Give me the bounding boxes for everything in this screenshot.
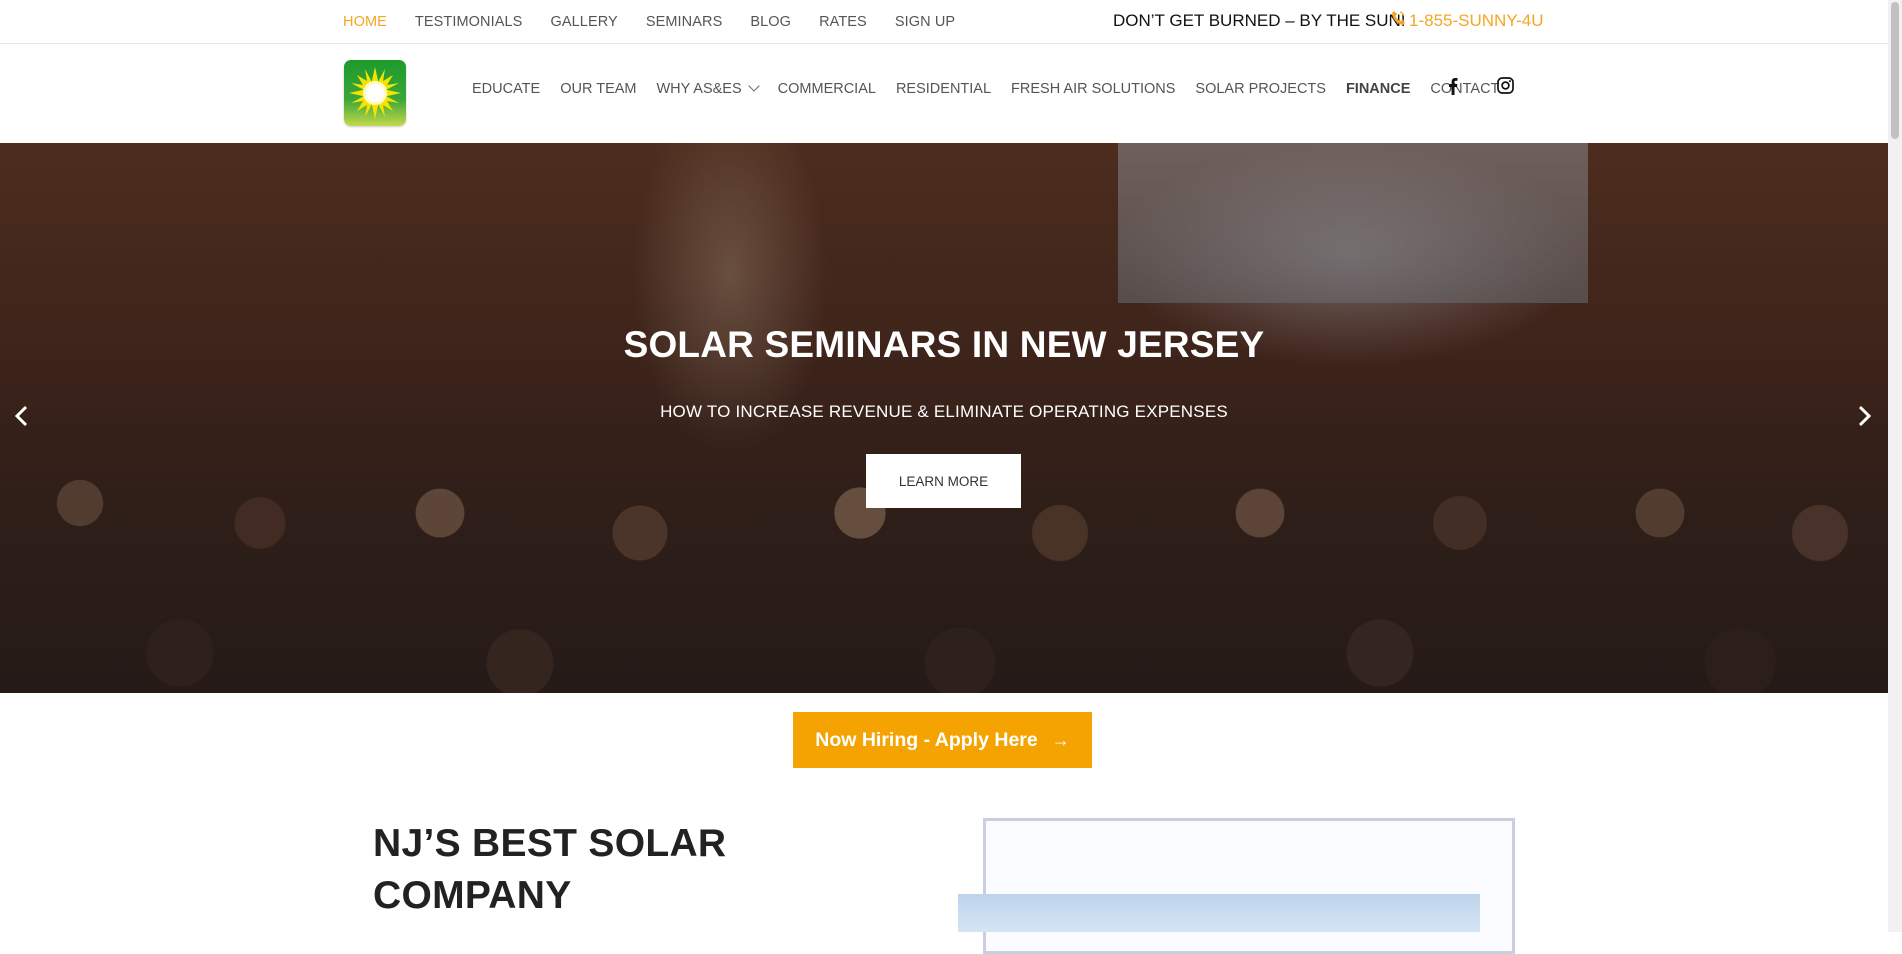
top-nav-home[interactable]: HOME xyxy=(343,14,387,30)
top-nav-gallery[interactable]: GALLERY xyxy=(550,14,617,30)
main-nav: EDUCATE OUR TEAM WHY AS&ES COMMERCIAL RE… xyxy=(472,44,1519,134)
top-nav-seminars[interactable]: SEMINARS xyxy=(646,14,723,30)
top-nav-testimonials[interactable]: TESTIMONIALS xyxy=(415,14,523,30)
nav-why-ases-label: WHY AS&ES xyxy=(656,81,742,97)
nav-finance[interactable]: FINANCE xyxy=(1346,81,1410,97)
phone-number: 1-855-SUNNY-4U xyxy=(1409,10,1544,30)
section-title: NJ’S BEST SOLAR COMPANY xyxy=(373,818,793,922)
main-header: EDUCATE OUR TEAM WHY AS&ES COMMERCIAL RE… xyxy=(0,44,1888,143)
top-bar: HOME TESTIMONIALS GALLERY SEMINARS BLOG … xyxy=(0,0,1888,44)
top-nav-rates[interactable]: RATES xyxy=(819,14,867,30)
facebook-icon[interactable] xyxy=(1448,77,1458,95)
solar-photo xyxy=(958,894,1480,932)
instagram-icon[interactable] xyxy=(1497,77,1514,94)
nav-contact[interactable]: CONTACT xyxy=(1430,81,1499,97)
chevron-down-icon xyxy=(747,80,760,92)
top-nav-sign-up[interactable]: SIGN UP xyxy=(895,14,955,30)
nav-educate[interactable]: EDUCATE xyxy=(472,81,540,97)
nav-commercial[interactable]: COMMERCIAL xyxy=(778,81,876,97)
nav-solar-projects[interactable]: SOLAR PROJECTS xyxy=(1195,81,1326,97)
nav-our-team[interactable]: OUR TEAM xyxy=(560,81,636,97)
chevron-left-icon[interactable] xyxy=(12,405,32,427)
now-hiring-button[interactable]: Now Hiring - Apply Here → xyxy=(793,712,1092,768)
now-hiring-label: Now Hiring - Apply Here xyxy=(815,728,1038,751)
phone-icon xyxy=(1391,10,1405,31)
top-nav: HOME TESTIMONIALS GALLERY SEMINARS BLOG … xyxy=(343,0,983,43)
hero-subtitle: HOW TO INCREASE REVENUE & ELIMINATE OPER… xyxy=(660,402,1228,421)
section-title-line2: COMPANY xyxy=(373,874,572,917)
nav-why-ases[interactable]: WHY AS&ES xyxy=(656,80,760,97)
arrow-right-icon: → xyxy=(1051,729,1070,750)
section-title-line1: NJ’S BEST SOLAR xyxy=(373,822,727,865)
image-frame xyxy=(983,818,1515,954)
nav-residential[interactable]: RESIDENTIAL xyxy=(896,81,991,97)
nav-fresh-air-solutions[interactable]: FRESH AIR SOLUTIONS xyxy=(1011,81,1175,97)
hero-slider: SOLAR SEMINARS IN NEW JERSEY HOW TO INCR… xyxy=(0,143,1888,693)
tagline: DON’T GET BURNED – BY THE SUN! xyxy=(1113,11,1406,30)
sun-logo[interactable] xyxy=(344,60,406,126)
top-nav-blog[interactable]: BLOG xyxy=(750,14,791,30)
vertical-scrollbar[interactable] xyxy=(1888,0,1902,932)
hero-title: SOLAR SEMINARS IN NEW JERSEY xyxy=(623,324,1265,365)
chevron-right-icon[interactable] xyxy=(1854,405,1874,427)
phone-link[interactable]: 1-855-SUNNY-4U xyxy=(1391,10,1543,31)
scrollbar-thumb[interactable] xyxy=(1891,2,1899,139)
learn-more-button[interactable]: LEARN MORE xyxy=(866,454,1021,508)
